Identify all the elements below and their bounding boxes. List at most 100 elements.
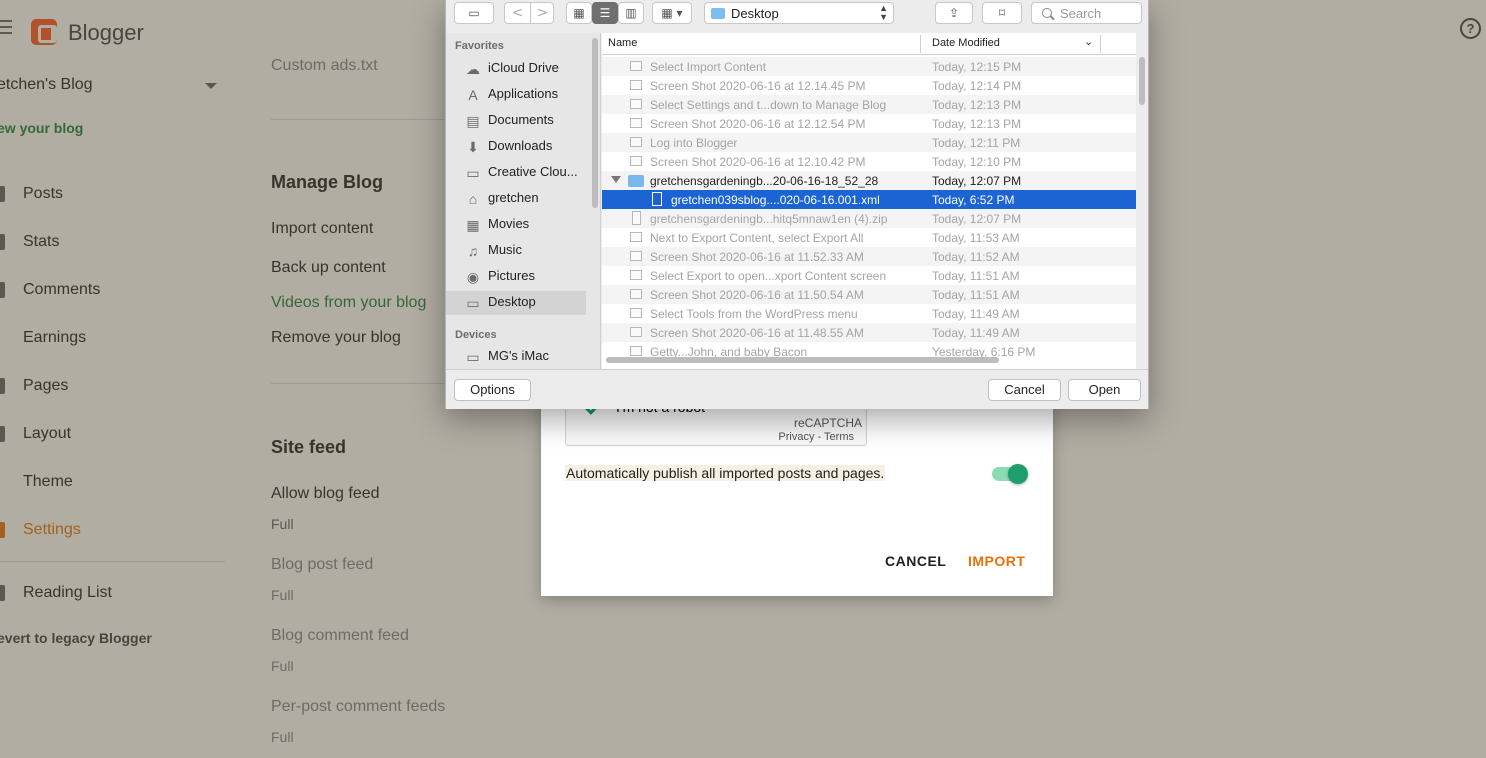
- table-row[interactable]: Screen Shot 2020-06-16 at 12.10.42 PM Tod…: [602, 152, 1136, 171]
- table-row[interactable]: Screen Shot 2020-06-16 at 12.12.54 PM Tod…: [602, 114, 1136, 133]
- column-view-button[interactable]: ▥: [618, 2, 644, 24]
- search-input[interactable]: Search: [1031, 2, 1142, 24]
- file-open-dialog: ▭ < > ▦ ☰ ▥ ▦ ▾ Desktop ▲ ▼ ⇪ ⌑ Search Fa…: [445, 0, 1149, 409]
- table-row[interactable]: Next to Export Content, select Export Al…: [602, 228, 1136, 247]
- dialog-button-bar: Options Cancel Open: [446, 369, 1148, 409]
- table-row[interactable]: gretchen039sblog....020-06-16.001.xml Tod…: [602, 190, 1136, 209]
- image-file-icon: [630, 232, 642, 242]
- sidebar-item-label: Pictures: [488, 268, 535, 283]
- sidebar-item-creative-cloud[interactable]: ▭ Creative Clou...: [446, 161, 586, 185]
- list-view-button[interactable]: ☰: [592, 2, 618, 24]
- cancel-button[interactable]: CANCEL: [885, 553, 946, 569]
- column-name-header[interactable]: Name: [608, 37, 637, 49]
- folder-icon: [628, 175, 644, 187]
- file-name: Next to Export Content, select Export Al…: [650, 231, 864, 245]
- file-name: gretchensgardeningb...20-06-16-18_52_28: [650, 174, 879, 188]
- image-file-icon: [630, 80, 642, 90]
- sidebar-scrollbar[interactable]: [592, 38, 598, 208]
- search-icon: [1042, 8, 1052, 18]
- image-file-icon: [630, 118, 642, 128]
- applications-icon: A: [468, 87, 478, 103]
- cancel-button[interactable]: Cancel: [988, 379, 1061, 401]
- toggle-knob[interactable]: [1008, 464, 1028, 484]
- file-date: Today, 11:49 AM: [932, 326, 1020, 340]
- sidebar-item-label: Movies: [488, 216, 530, 231]
- sidebar-item-movies[interactable]: ▦ Movies: [446, 213, 586, 237]
- sidebar-item-documents[interactable]: ▤ Documents: [446, 109, 586, 133]
- table-row[interactable]: Select Import Content Today, 12:15 PM: [602, 57, 1136, 76]
- table-row[interactable]: gretchensgardeningb...20-06-16-18_52_28 T…: [602, 171, 1136, 190]
- sidebar-item-music[interactable]: ♫ Music: [446, 239, 586, 263]
- table-row[interactable]: Log into Blogger Today, 12:11 PM: [602, 133, 1136, 152]
- sidebar-item-downloads[interactable]: ⬇ Downloads: [446, 135, 586, 159]
- column-date-header[interactable]: Date Modified: [932, 37, 1000, 49]
- open-button[interactable]: Open: [1068, 379, 1141, 401]
- back-button[interactable]: <: [505, 3, 530, 23]
- computer-icon: ▭: [466, 349, 480, 365]
- sidebar-item-desktop[interactable]: ▭ Desktop: [446, 291, 586, 315]
- folder-icon: ▭: [466, 165, 480, 181]
- table-row[interactable]: Select Export to open...xport Content sc…: [602, 266, 1136, 285]
- image-file-icon: [630, 289, 642, 299]
- table-row[interactable]: Screen Shot 2020-06-16 at 11.52.33 AM Tod…: [602, 247, 1136, 266]
- file-name: Screen Shot 2020-06-16 at 11.52.33 AM: [650, 250, 864, 264]
- file-date: Today, 12:15 PM: [932, 60, 1022, 74]
- sidebar-toggle-button[interactable]: ▭: [454, 2, 494, 24]
- table-row[interactable]: Select Tools from the WordPress menu Toda…: [602, 304, 1136, 323]
- image-file-icon: [630, 61, 642, 71]
- file-name: Screen Shot 2020-06-16 at 12.14.45 PM: [650, 79, 866, 93]
- file-list-horizontal-scrollbar[interactable]: [606, 357, 999, 363]
- file-date: Today, 12:13 PM: [932, 98, 1022, 112]
- column-divider[interactable]: [1100, 35, 1101, 53]
- options-button[interactable]: Options: [454, 379, 531, 401]
- file-date: Today, 11:53 AM: [932, 231, 1020, 245]
- sidebar-item-imac[interactable]: ▭ MG's iMac: [446, 345, 586, 369]
- file-name: gretchen039sblog....020-06-16.001.xml: [671, 193, 880, 207]
- file-date: Today, 11:52 AM: [932, 250, 1020, 264]
- table-row[interactable]: Screen Shot 2020-06-16 at 11.48.55 AM Tod…: [602, 323, 1136, 342]
- forward-button[interactable]: >: [530, 3, 554, 23]
- table-row[interactable]: gretchensgardeningb...hitq5mnaw1en (4).z…: [602, 209, 1136, 228]
- file-name: Screen Shot 2020-06-16 at 12.10.42 PM: [650, 155, 866, 169]
- import-button[interactable]: IMPORT: [968, 553, 1025, 569]
- image-file-icon: [630, 327, 642, 337]
- file-name: Select Tools from the WordPress menu: [650, 307, 858, 321]
- folder-icon: [711, 8, 725, 19]
- sidebar-item-pictures[interactable]: ◉ Pictures: [446, 265, 586, 289]
- sidebar-item-applications[interactable]: A Applications: [446, 83, 586, 107]
- file-name: Log into Blogger: [650, 136, 738, 150]
- disclosure-triangle-icon[interactable]: [611, 176, 621, 183]
- table-row[interactable]: Select Settings and t...down to Manage B…: [602, 95, 1136, 114]
- sidebar-item-label: gretchen: [488, 190, 539, 205]
- documents-icon: ▤: [466, 113, 480, 129]
- tag-button[interactable]: ⌑: [982, 2, 1022, 24]
- arrange-button[interactable]: ▦ ▾: [652, 2, 692, 24]
- table-row[interactable]: Screen Shot 2020-06-16 at 12.14.45 PM Tod…: [602, 76, 1136, 95]
- file-date: Today, 12:07 PM: [932, 174, 1022, 188]
- cloud-icon: ☁: [466, 61, 480, 77]
- table-row[interactable]: Screen Shot 2020-06-16 at 11.50.54 AM Tod…: [602, 285, 1136, 304]
- recaptcha-terms-link[interactable]: Privacy - Terms: [778, 431, 854, 443]
- sidebar-item-label: MG's iMac: [488, 348, 549, 363]
- file-name: Screen Shot 2020-06-16 at 11.50.54 AM: [650, 288, 864, 302]
- sidebar-item-label: Music: [488, 242, 522, 257]
- file-date: Today, 12:14 PM: [932, 79, 1022, 93]
- sidebar-item-label: Downloads: [488, 138, 553, 153]
- sidebar-item-home[interactable]: ⌂ gretchen: [446, 187, 586, 211]
- movies-icon: ▦: [466, 217, 480, 233]
- file-name: Select Settings and t...down to Manage B…: [650, 98, 887, 112]
- desktop-icon: ▭: [466, 295, 480, 311]
- icon-view-button[interactable]: ▦: [566, 2, 592, 24]
- sidebar-item-icloud-drive[interactable]: ☁ iCloud Drive: [446, 57, 586, 81]
- location-select[interactable]: Desktop ▲ ▼: [704, 2, 894, 24]
- chevron-down-icon[interactable]: ⌄: [1084, 35, 1093, 48]
- auto-publish-label: Automatically publish all imported posts…: [565, 465, 886, 481]
- sidebar-item-label: Creative Clou...: [488, 164, 578, 179]
- file-list-vertical-scrollbar[interactable]: [1139, 57, 1145, 105]
- share-button[interactable]: ⇪: [935, 2, 973, 24]
- image-file-icon: [630, 270, 642, 280]
- image-file-icon: [630, 156, 642, 166]
- sidebar-item-label: Desktop: [488, 294, 536, 309]
- column-divider[interactable]: [920, 35, 921, 53]
- updown-chevron-icon: ▲ ▼: [879, 3, 888, 22]
